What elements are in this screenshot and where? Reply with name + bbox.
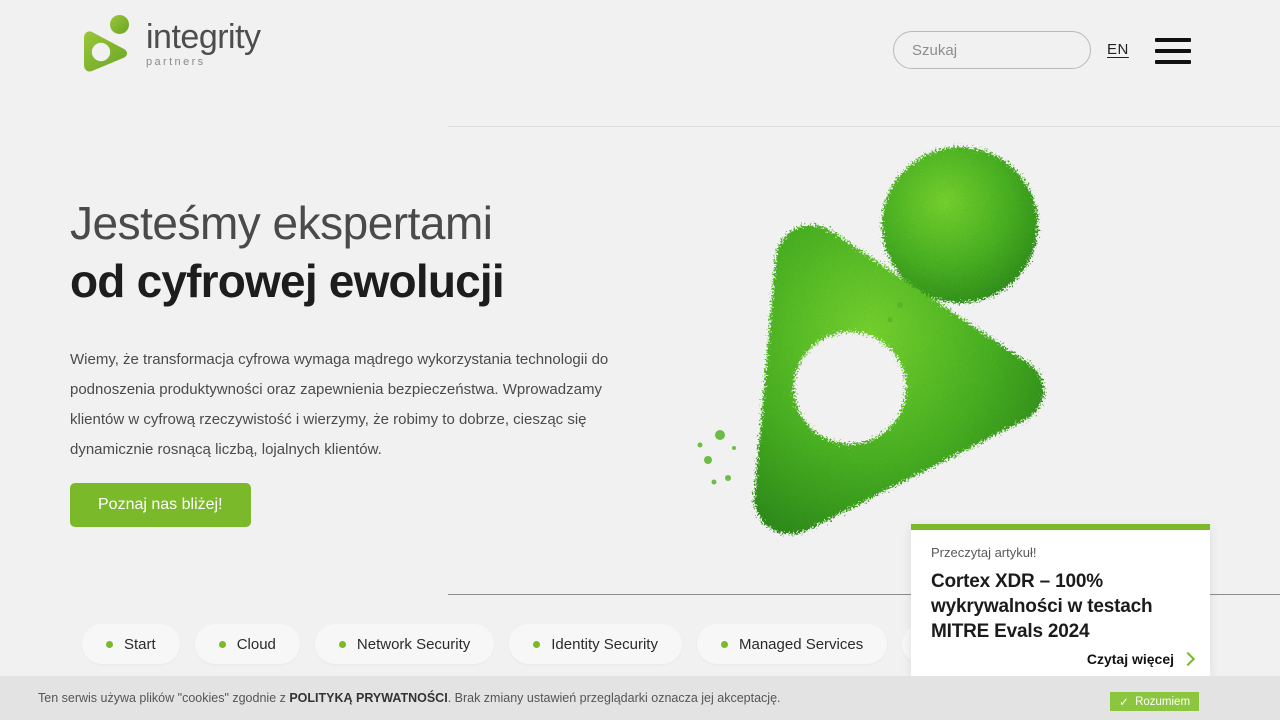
learn-more-button[interactable]: Poznaj nas bliżej! — [70, 483, 251, 527]
hero-heading-bold: od cyfrowej ewolucji — [70, 255, 505, 308]
category-pill-start[interactable]: Start — [82, 624, 180, 664]
cookie-accept-button[interactable]: ✓ Rozumiem — [1110, 692, 1200, 711]
hero-paragraph: Wiemy, że transformacja cyfrowa wymaga m… — [70, 350, 609, 458]
site-logo[interactable]: integrity partners — [80, 14, 261, 72]
cookie-consent-bar: Ten serwis używa plików "cookies" zgodni… — [0, 676, 1280, 720]
hero-moss-logo-image — [690, 130, 1080, 550]
page-root: integrity partners EN Jesteśmy ekspertam… — [0, 0, 1280, 720]
divider-top — [448, 126, 1280, 127]
site-header: integrity partners EN — [0, 0, 1280, 100]
category-pill-managed-services[interactable]: Managed Services — [696, 624, 888, 664]
logo-tagline: partners — [146, 56, 206, 68]
category-pill-cloud[interactable]: Cloud — [194, 624, 300, 664]
cookie-text-after: . Brak zmiany ustawień przeglądarki ozna… — [447, 691, 781, 705]
read-more-link[interactable]: Czytaj więcej — [1086, 651, 1196, 667]
bullet-dot-icon — [218, 640, 226, 648]
hamburger-menu-icon[interactable] — [1155, 38, 1191, 64]
language-switch-link[interactable]: EN — [1107, 41, 1129, 58]
cookie-text: Ten serwis używa plików "cookies" zgodni… — [38, 691, 781, 705]
bullet-dot-icon — [720, 640, 728, 648]
category-pill-network-security[interactable]: Network Security — [314, 624, 495, 664]
category-pill-list: Start Cloud Network Security Identity Se… — [82, 624, 973, 664]
cookie-text-before: Ten serwis używa plików "cookies" zgodni… — [38, 691, 290, 705]
logo-wordmark: integrity partners — [146, 18, 261, 68]
article-kicker: Przeczytaj artykuł! — [931, 545, 1037, 560]
integrity-play-mark-icon — [80, 14, 132, 72]
pill-label: Network Security — [356, 635, 471, 653]
pill-label: Start — [124, 635, 156, 653]
read-more-label: Czytaj więcej — [1086, 651, 1174, 667]
category-pill-identity-security[interactable]: Identity Security — [509, 624, 682, 664]
pill-label: Cloud — [236, 635, 276, 653]
chevron-right-icon — [1180, 651, 1196, 667]
pill-label: Identity Security — [551, 635, 658, 653]
privacy-policy-link[interactable]: POLITYKĄ PRYWATNOŚCI — [289, 691, 447, 705]
hero-heading-light: Jesteśmy ekspertami — [70, 197, 493, 249]
bullet-dot-icon — [106, 640, 113, 648]
search-input[interactable] — [893, 31, 1091, 69]
cookie-accept-label: Rozumiem — [1135, 695, 1191, 708]
hero-section: Jesteśmy ekspertami od cyfrowej ewolucji… — [70, 196, 690, 465]
check-icon: ✓ — [1119, 694, 1130, 709]
logo-name: integrity — [146, 18, 261, 56]
bullet-dot-icon — [533, 640, 541, 648]
bullet-dot-icon — [338, 640, 346, 648]
article-title: Cortex XDR – 100% wykrywalności w testac… — [931, 571, 1153, 643]
pill-label: Managed Services — [738, 635, 864, 653]
article-teaser-card[interactable]: Przeczytaj artykuł! Cortex XDR – 100% wy… — [911, 524, 1210, 676]
